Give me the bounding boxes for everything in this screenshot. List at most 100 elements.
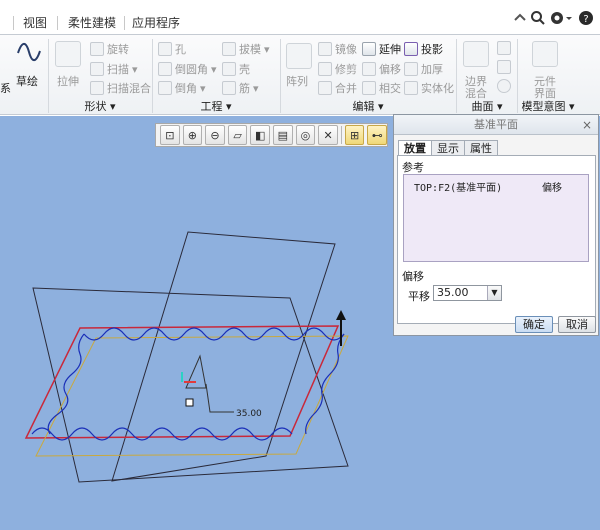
mirror-icon	[318, 42, 332, 56]
datum-display-icon[interactable]: ✕	[318, 125, 338, 145]
settings-icon[interactable]	[549, 10, 565, 26]
surface-style-icon[interactable]	[497, 41, 511, 55]
ribbon-tab-bar: 视图 柔性建模 应用程序 ?	[0, 0, 600, 35]
merge-button[interactable]: 合并	[318, 80, 357, 96]
dialog-title-bar[interactable]: 基准平面 ×	[394, 115, 598, 135]
minimize-ribbon-icon[interactable]	[512, 10, 528, 26]
translate-value-combo[interactable]: 35.00 ▼	[433, 285, 502, 301]
tab-display[interactable]: 显示	[431, 140, 464, 156]
hole-icon	[158, 42, 172, 56]
surface-fill-icon[interactable]	[497, 79, 511, 93]
group-label-model-intent[interactable]: 模型意图 ▾	[518, 99, 578, 115]
offset-dimension-label[interactable]: 35.00	[236, 409, 262, 419]
drag-handle-square-icon	[185, 398, 194, 407]
offset-icon	[362, 62, 376, 76]
group-label-surface[interactable]: 曲面 ▾	[458, 99, 516, 115]
spin-center-icon[interactable]: ⊷	[367, 125, 388, 145]
wave-curve-left	[47, 333, 85, 435]
ribbon: 系 草绘 拉伸 旋转 扫描 ▾ 扫描混合 形状 ▾ 孔 倒圆角 ▾ 倒角 ▾ 拔模 ▾ …	[0, 34, 600, 115]
project-button[interactable]: 投影	[404, 41, 443, 57]
revolve-icon	[90, 42, 104, 56]
group-label-edit[interactable]: 编辑 ▾	[282, 99, 454, 115]
extend-button[interactable]: 延伸	[362, 41, 401, 57]
datum-plane-dialog: 基准平面 × 放置 显示 属性 参考 TOP:F2(基准平面) 偏移 偏移 平移…	[393, 114, 599, 336]
tab-flexible-modeling[interactable]: 柔性建模	[61, 12, 123, 34]
shell-button[interactable]: 壳	[222, 61, 250, 77]
annotation-display-icon[interactable]: ⊞	[344, 125, 365, 145]
search-icon[interactable]	[530, 10, 546, 26]
surface-freestyle-icon[interactable]	[497, 60, 511, 74]
tab-partial[interactable]	[0, 12, 10, 34]
draft-button[interactable]: 拔模 ▾	[222, 41, 270, 57]
solidify-button[interactable]: 实体化	[404, 80, 454, 96]
extend-icon	[362, 42, 376, 56]
refit-icon[interactable]: ⊡	[160, 125, 180, 145]
round-button[interactable]: 倒圆角 ▾	[158, 61, 217, 77]
tab-properties[interactable]: 属性	[464, 140, 498, 156]
shell-icon	[222, 62, 236, 76]
hole-button[interactable]: 孔	[158, 41, 186, 57]
dimension-leader	[205, 383, 234, 413]
tab-applications[interactable]: 应用程序	[128, 12, 184, 34]
trim-button[interactable]: 修剪	[318, 61, 357, 77]
reference-type[interactable]: 偏移	[542, 179, 562, 194]
thicken-button[interactable]: 加厚	[404, 61, 443, 77]
group-label-engineering[interactable]: 工程 ▾	[154, 99, 278, 115]
reference-name: TOP:F2(基准平面)	[414, 183, 503, 194]
ok-button[interactable]: 确定	[515, 316, 553, 333]
tab-view[interactable]: 视图	[17, 12, 53, 34]
dialog-tabs: 放置 显示 属性	[398, 140, 498, 156]
dialog-title: 基准平面	[474, 118, 518, 131]
sweep-button[interactable]: 扫描 ▾	[90, 61, 138, 77]
help-icon[interactable]: ?	[578, 10, 594, 26]
sketch-button[interactable]: 草绘	[16, 73, 38, 89]
boundary-blend-icon	[463, 41, 489, 67]
offset-button[interactable]: 偏移	[362, 61, 401, 77]
references-list[interactable]: TOP:F2(基准平面) 偏移	[403, 174, 589, 262]
vertical-datum-plane	[111, 231, 336, 482]
zoom-in-icon[interactable]: ⊕	[182, 125, 203, 145]
extrude-button[interactable]: 拉伸	[57, 73, 79, 89]
rib-button[interactable]: 筋 ▾	[222, 80, 259, 96]
zoom-out-icon[interactable]: ⊖	[205, 125, 225, 145]
pattern-button[interactable]: 阵列	[286, 73, 308, 89]
intersect-button[interactable]: 相交	[362, 80, 401, 96]
merge-icon	[318, 81, 332, 95]
intersect-icon	[362, 81, 376, 95]
saved-views-icon[interactable]: ▤	[273, 125, 293, 145]
center-marker-icon	[185, 354, 207, 389]
round-icon	[158, 62, 172, 76]
view-manager-icon[interactable]: ◎	[295, 125, 316, 145]
chevron-down-icon[interactable]: ▼	[487, 286, 501, 300]
drag-handle-arrow-icon	[336, 310, 346, 320]
thicken-icon	[404, 62, 418, 76]
svg-text:?: ?	[583, 14, 588, 25]
draft-icon	[222, 42, 236, 56]
translate-value: 35.00	[437, 286, 469, 299]
sketch-icon[interactable]	[16, 41, 42, 63]
sweep-icon	[90, 62, 104, 76]
view-toolbar: ⊡ ⊕ ⊖ ▱ ◧ ▤ ◎ ✕ ⊞ ⊷	[155, 123, 388, 147]
group-label-shape[interactable]: 形状 ▾	[50, 99, 150, 115]
extrude-icon	[55, 41, 81, 67]
swept-blend-button[interactable]: 扫描混合	[90, 80, 151, 96]
revolve-button[interactable]: 旋转	[90, 41, 129, 57]
chamfer-icon	[158, 81, 172, 95]
mirror-button[interactable]: 镜像	[318, 41, 357, 57]
project-icon	[404, 42, 418, 56]
rib-icon	[222, 81, 236, 95]
pattern-icon	[286, 43, 312, 69]
cancel-button[interactable]: 取消	[558, 316, 596, 333]
references-label: 参考	[402, 161, 424, 174]
placement-panel: 参考 TOP:F2(基准平面) 偏移 偏移 平移 35.00 ▼	[397, 155, 596, 324]
close-icon[interactable]: ×	[582, 115, 592, 135]
settings-dropdown-icon[interactable]	[565, 10, 573, 26]
component-interface-icon	[532, 41, 558, 67]
swept-blend-icon	[90, 81, 104, 95]
display-style-icon[interactable]: ◧	[250, 125, 271, 145]
tab-placement[interactable]: 放置	[398, 140, 431, 156]
chamfer-button[interactable]: 倒角 ▾	[158, 80, 206, 96]
translate-label: 平移	[408, 290, 430, 303]
repaint-icon[interactable]: ▱	[227, 125, 248, 145]
solidify-icon	[404, 81, 418, 95]
